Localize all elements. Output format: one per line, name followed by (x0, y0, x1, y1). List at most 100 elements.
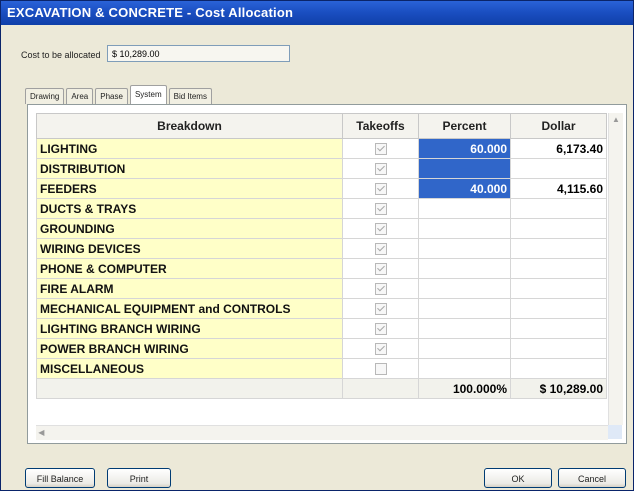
takeoff-cell (342, 358, 419, 379)
breakdown-cell[interactable]: FEEDERS (36, 178, 343, 199)
takeoff-cell (342, 218, 419, 239)
takeoff-cell (342, 158, 419, 179)
percent-cell[interactable] (418, 158, 511, 179)
table-row[interactable]: PHONE & COMPUTER (36, 258, 607, 279)
totals-blank-cell (36, 378, 343, 399)
dollar-cell[interactable] (510, 338, 607, 359)
dollar-cell[interactable] (510, 298, 607, 319)
table-row[interactable]: LIGHTING 60.000 6,173.40 (36, 138, 607, 159)
totals-row: 100.000% $ 10,289.00 (36, 378, 607, 399)
percent-cell[interactable]: 40.000 (418, 178, 511, 199)
dollar-cell[interactable] (510, 278, 607, 299)
table-row[interactable]: MISCELLANEOUS (36, 358, 607, 379)
cost-value-field: $ 10,289.00 (107, 45, 290, 62)
cost-allocation-window: EXCAVATION & CONCRETE - Cost Allocation … (0, 0, 634, 491)
percent-cell[interactable] (418, 358, 511, 379)
percent-column-header[interactable]: Percent (418, 113, 511, 139)
takeoff-cell (342, 198, 419, 219)
takeoff-checkbox[interactable] (374, 223, 387, 236)
cost-label: Cost to be allocated (21, 50, 101, 60)
table-row[interactable]: LIGHTING BRANCH WIRING (36, 318, 607, 339)
takeoff-checkbox[interactable] (374, 283, 387, 296)
takeoff-checkbox[interactable] (374, 263, 387, 276)
dollar-cell[interactable] (510, 218, 607, 239)
breakdown-cell[interactable]: MISCELLANEOUS (36, 358, 343, 379)
table-row[interactable]: FEEDERS 40.000 4,115.60 (36, 178, 607, 199)
dollar-cell[interactable] (510, 158, 607, 179)
dollar-cell[interactable] (510, 238, 607, 259)
takeoff-checkbox[interactable] (374, 183, 387, 196)
takeoff-checkbox[interactable] (374, 163, 387, 176)
dollar-cell[interactable] (510, 358, 607, 379)
takeoff-checkbox[interactable] (374, 363, 387, 376)
grid-header-row: Breakdown Takeoffs Percent Dollar (36, 113, 607, 139)
breakdown-cell[interactable]: MECHANICAL EQUIPMENT and CONTROLS (36, 298, 343, 319)
takeoff-cell (342, 338, 419, 359)
takeoff-checkbox[interactable] (374, 243, 387, 256)
dollar-column-header[interactable]: Dollar (510, 113, 607, 139)
total-dollar: $ 10,289.00 (510, 378, 607, 399)
dollar-cell[interactable] (510, 258, 607, 279)
takeoffs-column-header[interactable]: Takeoffs (342, 113, 419, 139)
cancel-button[interactable]: Cancel (558, 468, 626, 488)
tab-bid-items[interactable]: Bid Items (168, 88, 212, 104)
table-row[interactable]: DUCTS & TRAYS (36, 198, 607, 219)
breakdown-cell[interactable]: PHONE & COMPUTER (36, 258, 343, 279)
print-button[interactable]: Print (107, 468, 171, 488)
takeoff-cell (342, 238, 419, 259)
takeoff-checkbox[interactable] (374, 303, 387, 316)
takeoff-checkbox[interactable] (374, 343, 387, 356)
percent-cell[interactable] (418, 258, 511, 279)
percent-cell[interactable] (418, 218, 511, 239)
fill-balance-button[interactable]: Fill Balance (25, 468, 95, 488)
percent-cell[interactable] (418, 238, 511, 259)
tab-phase[interactable]: Phase (95, 88, 128, 104)
table-row[interactable]: FIRE ALARM (36, 278, 607, 299)
table-row[interactable]: WIRING DEVICES (36, 238, 607, 259)
scroll-left-arrow-icon[interactable]: ◀ (36, 428, 44, 437)
dollar-cell[interactable] (510, 198, 607, 219)
tab-strip: Drawing Area Phase System Bid Items (25, 85, 214, 104)
scroll-up-arrow-icon[interactable]: ▲ (609, 113, 623, 127)
breakdown-cell[interactable]: FIRE ALARM (36, 278, 343, 299)
takeoff-cell (342, 298, 419, 319)
breakdown-cell[interactable]: LIGHTING BRANCH WIRING (36, 318, 343, 339)
takeoff-checkbox[interactable] (374, 203, 387, 216)
breakdown-column-header[interactable]: Breakdown (36, 113, 343, 139)
tab-area[interactable]: Area (66, 88, 94, 104)
breakdown-cell[interactable]: GROUNDING (36, 218, 343, 239)
scrollbar-corner (608, 425, 622, 439)
table-row[interactable]: DISTRIBUTION (36, 158, 607, 179)
tab-system[interactable]: System (129, 85, 167, 104)
percent-cell[interactable] (418, 318, 511, 339)
takeoff-cell (342, 318, 419, 339)
takeoff-cell (342, 278, 419, 299)
tab-drawing[interactable]: Drawing (25, 88, 65, 104)
breakdown-cell[interactable]: WIRING DEVICES (36, 238, 343, 259)
ok-button[interactable]: OK (484, 468, 552, 488)
horizontal-scrollbar[interactable]: ◀ (36, 425, 608, 440)
takeoff-checkbox[interactable] (374, 323, 387, 336)
breakdown-cell[interactable]: POWER BRANCH WIRING (36, 338, 343, 359)
percent-cell[interactable] (418, 278, 511, 299)
window-title: EXCAVATION & CONCRETE - Cost Allocation (1, 1, 633, 25)
breakdown-cell[interactable]: DISTRIBUTION (36, 158, 343, 179)
dollar-cell[interactable] (510, 318, 607, 339)
dollar-cell[interactable]: 6,173.40 (510, 138, 607, 159)
table-row[interactable]: GROUNDING (36, 218, 607, 239)
takeoff-checkbox[interactable] (374, 143, 387, 156)
percent-cell[interactable] (418, 298, 511, 319)
takeoff-cell (342, 178, 419, 199)
breakdown-cell[interactable]: DUCTS & TRAYS (36, 198, 343, 219)
table-row[interactable]: POWER BRANCH WIRING (36, 338, 607, 359)
percent-cell[interactable]: 60.000 (418, 138, 511, 159)
percent-cell[interactable] (418, 198, 511, 219)
takeoff-cell (342, 258, 419, 279)
dollar-cell[interactable]: 4,115.60 (510, 178, 607, 199)
totals-blank-cell (342, 378, 419, 399)
percent-cell[interactable] (418, 338, 511, 359)
takeoff-cell (342, 138, 419, 159)
breakdown-cell[interactable]: LIGHTING (36, 138, 343, 159)
table-row[interactable]: MECHANICAL EQUIPMENT and CONTROLS (36, 298, 607, 319)
vertical-scrollbar[interactable]: ▲ (608, 113, 623, 425)
